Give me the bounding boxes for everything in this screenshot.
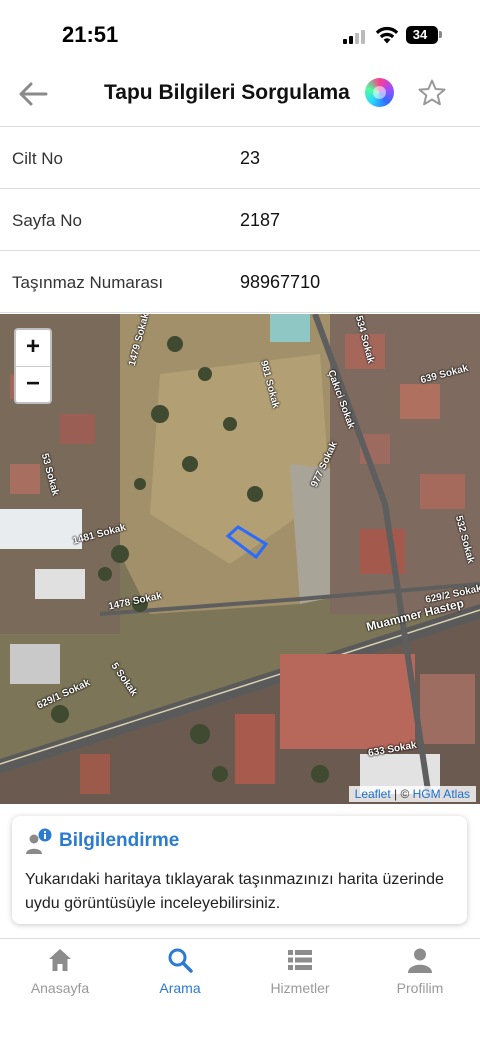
nav-item-arama[interactable]: Arama xyxy=(120,947,240,1007)
arrow-left-icon[interactable] xyxy=(16,78,50,110)
leaflet-link[interactable]: Leaflet xyxy=(355,787,391,801)
row-label: Sayfa No xyxy=(12,211,82,230)
nav-label: Anasayfa xyxy=(30,980,90,996)
zoom-in-button[interactable]: + xyxy=(16,330,50,366)
row-label: Cilt No xyxy=(12,149,64,168)
app-header: Tapu Bilgileri Sorgulama xyxy=(0,66,480,124)
nav-label: Hizmetler xyxy=(270,980,330,996)
attribution-separator: | © xyxy=(390,787,413,801)
battery-icon: 34 xyxy=(406,26,438,44)
info-row-sayfa: Sayfa No 2187 xyxy=(0,189,480,251)
row-label: Taşınmaz Numarası xyxy=(12,273,164,292)
satellite-map[interactable]: 1479 Sokak 534 Sokak 639 Sokak 981 Sokak… xyxy=(0,314,480,804)
nav-label: Arama xyxy=(159,980,201,996)
info-title: Bilgilendirme xyxy=(59,830,180,851)
row-value: 98967710 xyxy=(240,272,321,292)
zoom-out-button[interactable]: − xyxy=(16,366,50,402)
status-bar: 21:51 34 xyxy=(0,0,480,66)
user-info-icon xyxy=(26,828,52,854)
zoom-control: + − xyxy=(14,328,52,404)
page-title: Tapu Bilgileri Sorgulama xyxy=(104,81,350,104)
row-value: 2187 xyxy=(240,210,281,230)
nav-item-profilim[interactable]: Profilim xyxy=(360,947,480,1007)
bottom-nav: Anasayfa Arama Hizmetler Profilim xyxy=(0,938,480,1040)
assistant-orb-icon[interactable] xyxy=(365,78,394,107)
nav-label: Profilim xyxy=(396,980,444,996)
search-icon xyxy=(168,948,193,973)
nav-item-anasayfa[interactable]: Anasayfa xyxy=(0,947,120,1007)
user-icon xyxy=(408,948,432,973)
property-info-list: Cilt No 23 Sayfa No 2187 Taşınmaz Numara… xyxy=(0,126,480,313)
info-row-tasinmaz: Taşınmaz Numarası 98967710 xyxy=(0,251,480,313)
satellite-imagery xyxy=(0,314,480,804)
row-value: 23 xyxy=(240,148,261,168)
cellular-signal-icon xyxy=(343,29,369,44)
hgm-atlas-link[interactable]: HGM Atlas xyxy=(413,787,470,801)
map-attribution: Leaflet | © HGM Atlas xyxy=(348,786,476,802)
list-icon xyxy=(288,950,312,970)
status-time: 21:51 xyxy=(62,22,119,47)
info-row-cilt: Cilt No 23 xyxy=(0,127,480,189)
wifi-icon xyxy=(375,26,399,44)
battery-nub xyxy=(439,31,442,38)
nav-item-hizmetler[interactable]: Hizmetler xyxy=(240,947,360,1007)
info-card: Bilgilendirme Yukarıdaki haritaya tıklay… xyxy=(12,816,467,924)
home-icon xyxy=(49,949,71,971)
battery-level: 34 xyxy=(412,27,428,42)
star-outline-icon[interactable] xyxy=(417,78,447,108)
info-text: Yukarıdaki haritaya tıklayarak taşınmazı… xyxy=(25,871,444,912)
